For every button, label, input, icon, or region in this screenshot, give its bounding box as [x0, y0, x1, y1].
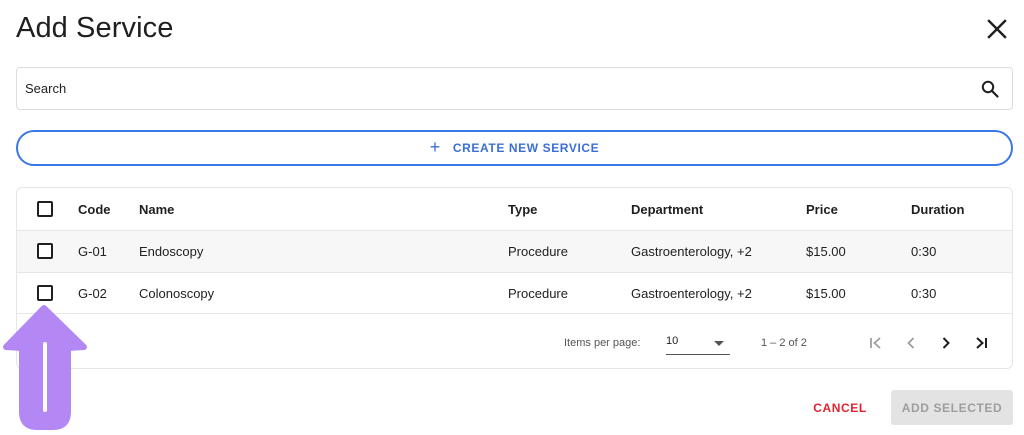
table-header-row: Code Name Type Department Price Duration [17, 188, 1012, 230]
search-icon[interactable] [978, 77, 1002, 101]
search-field[interactable] [16, 67, 1013, 110]
row-duration: 0:30 [911, 285, 937, 301]
row-code: G-02 [78, 285, 107, 301]
row-type: Procedure [508, 244, 568, 259]
close-icon [987, 19, 1007, 39]
column-header-department: Department [631, 201, 704, 217]
paginator: Items per page: 10 1 – 2 of 2 [17, 315, 1012, 368]
first-page-icon [870, 337, 881, 349]
select-all-checkbox[interactable] [37, 201, 53, 217]
previous-page-button[interactable] [900, 332, 922, 354]
services-table: Code Name Type Department Price Duration… [16, 187, 1013, 369]
column-header-name: Name [139, 201, 175, 217]
cancel-button[interactable]: CANCEL [805, 391, 875, 425]
close-button[interactable] [982, 14, 1012, 44]
column-header-duration: Duration [911, 201, 965, 217]
dialog-title: Add Service [16, 12, 174, 44]
last-page-icon [976, 337, 987, 349]
row-name: Colonoscopy [139, 285, 215, 301]
create-new-service-label: CREATE NEW SERVICE [452, 141, 600, 155]
column-header-price: Price [806, 201, 838, 217]
search-input[interactable] [17, 68, 978, 109]
plus-icon: + [429, 137, 441, 157]
items-per-page-label: Items per page: [564, 337, 641, 349]
row-department: Gastroenterology, +2 [631, 244, 752, 259]
items-per-page-select[interactable]: 10 [666, 329, 730, 355]
row-checkbox[interactable] [37, 243, 53, 259]
next-page-button[interactable] [935, 332, 957, 354]
row-checkbox[interactable] [37, 285, 53, 301]
previous-page-icon [907, 337, 915, 349]
column-header-type: Type [508, 201, 538, 217]
column-header-code: Code [78, 201, 111, 217]
row-duration: 0:30 [911, 244, 937, 259]
row-type: Procedure [508, 285, 568, 301]
row-code: G-01 [78, 244, 107, 259]
table-row[interactable]: G-01 Endoscopy Procedure Gastroenterolog… [17, 230, 1012, 272]
row-price: $15.00 [806, 285, 846, 301]
last-page-button[interactable] [970, 332, 992, 354]
row-name: Endoscopy [139, 244, 204, 259]
add-selected-button[interactable]: ADD SELECTED [891, 390, 1013, 425]
row-price: $15.00 [806, 244, 846, 259]
create-new-service-button[interactable]: + CREATE NEW SERVICE [16, 130, 1013, 166]
row-department: Gastroenterology, +2 [631, 285, 752, 301]
chevron-down-icon [714, 341, 724, 346]
range-label: 1 – 2 of 2 [761, 337, 807, 349]
items-per-page-value: 10 [666, 335, 679, 347]
first-page-button[interactable] [865, 332, 887, 354]
next-page-icon [942, 337, 950, 349]
table-row[interactable]: G-02 Colonoscopy Procedure Gastroenterol… [17, 272, 1012, 314]
